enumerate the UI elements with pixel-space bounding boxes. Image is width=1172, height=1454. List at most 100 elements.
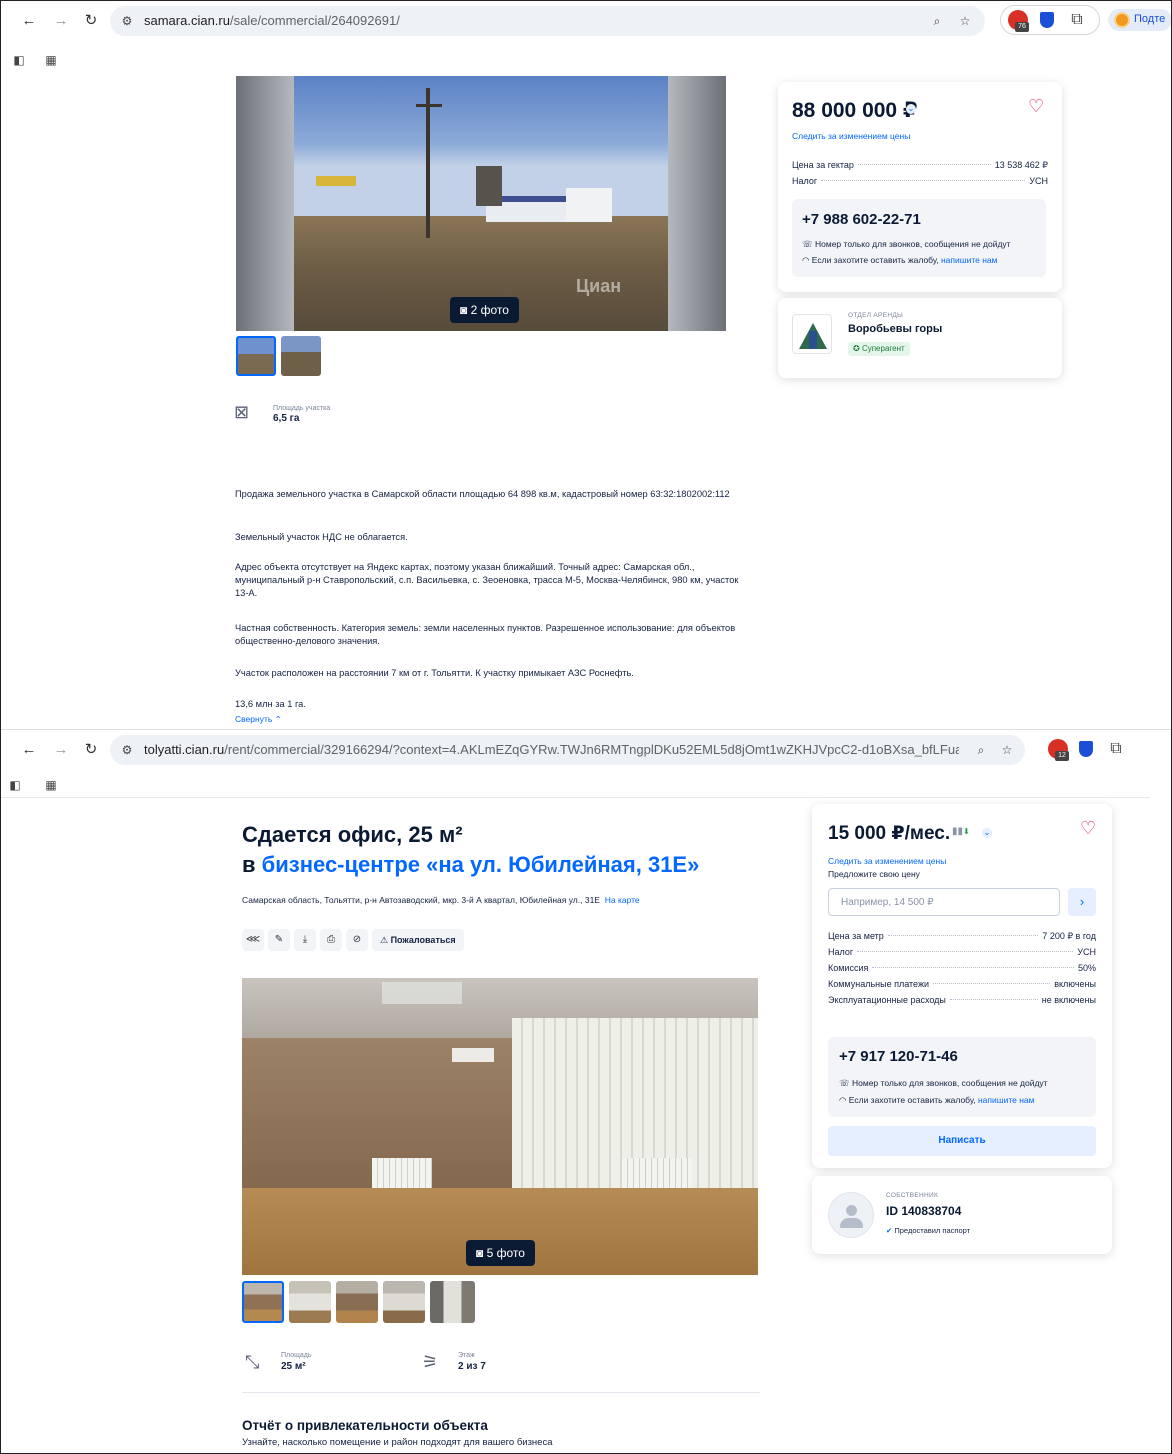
phone-number[interactable]: +7 988 602-22-71 — [802, 211, 921, 228]
forward-arrow-icon[interactable]: → — [50, 10, 72, 32]
description-p1: Продажа земельного участка в Самарской о… — [235, 489, 730, 499]
price-value: 15 000 ₽/мес. — [828, 823, 951, 844]
price-dropdown-icon[interactable]: ⌄ — [906, 104, 916, 114]
apps-grid-icon[interactable]: ▦ — [40, 774, 62, 796]
complaint-link[interactable]: напишите нам — [978, 1095, 1035, 1105]
camera-icon: ◙ — [460, 303, 471, 317]
page-title-line2: в бизнес-центре «на ул. Юбилейная, 31Е» — [242, 852, 700, 877]
price-row: Коммунальные платежи включены — [828, 979, 1096, 989]
agency-logo-tower — [809, 331, 817, 349]
download-icon[interactable]: ⤓ — [294, 929, 316, 951]
reload-icon[interactable]: ↻ — [80, 10, 102, 32]
avatar — [828, 1192, 874, 1238]
share-icon[interactable]: ⋘ — [242, 929, 264, 951]
favorite-heart-icon[interactable]: ♡ — [1028, 96, 1044, 117]
url-text: samara.cian.ru/sale/commercial/264092691… — [144, 13, 400, 28]
bookmark-star-icon[interactable]: ☆ — [998, 741, 1016, 759]
floor-value: 2 из 7 — [458, 1361, 486, 1372]
puzzle-extensions-icon[interactable]: ⧉ — [1105, 738, 1127, 760]
bookmark-star-icon[interactable]: ☆ — [956, 12, 974, 30]
map-link[interactable]: На карте — [605, 895, 640, 905]
favorite-heart-icon[interactable]: ♡ — [1080, 818, 1096, 839]
price-row: Эксплуатационные расходы не включены — [828, 995, 1096, 1005]
thumbnail-1[interactable] — [236, 336, 276, 376]
photo-count-badge[interactable]: ◙ 5 фото — [466, 1240, 535, 1266]
section-divider — [242, 1392, 760, 1393]
thumbnail-1[interactable] — [242, 1281, 284, 1323]
offer-label: Предложите свою цену — [828, 869, 920, 879]
site-info-icon[interactable]: ⚙ — [118, 12, 136, 30]
description-p2: Земельный участок НДС не облагается. — [235, 532, 408, 542]
plot-area-icon: ⊠ — [234, 402, 250, 422]
area-icon: ⤡ — [245, 1352, 260, 1372]
price-card: 88 000 000 ₽ ⌄ ♡ Следить за изменением ц… — [778, 82, 1062, 292]
superagent-badge: ✪ Суперагент — [848, 342, 910, 356]
zoom-icon[interactable]: ⌕ — [928, 12, 946, 30]
photo-sign — [316, 176, 356, 186]
follow-price-link[interactable]: Следить за изменением цены — [792, 131, 910, 141]
thumbnail-2[interactable] — [281, 336, 321, 376]
photo-watermark: Циан — [576, 276, 622, 296]
back-arrow-icon[interactable]: ← — [18, 739, 40, 761]
business-center-link[interactable]: бизнес-центре «на ул. Юбилейная, 31Е» — [262, 852, 700, 877]
avatar-head — [846, 1205, 857, 1216]
description-p6: 13,6 млн за 1 га. — [235, 699, 306, 709]
gallery-blur-left — [236, 76, 294, 331]
agency-name[interactable]: Воробьевы горы — [848, 323, 942, 335]
apps-grid-icon[interactable]: ▦ — [40, 49, 62, 71]
photo-pole — [426, 88, 430, 238]
stairs-icon: ⚞ — [422, 1352, 439, 1372]
report-title: Отчёт о привлекательности объекта — [242, 1418, 488, 1433]
complaint-note: ◠ Если захотите оставить жалобу, напишит… — [802, 255, 998, 265]
agency-logo — [792, 314, 832, 354]
follow-price-link[interactable]: Следить за изменением цены — [828, 856, 946, 866]
main-photo-gallery[interactable]: ◙ 5 фото — [242, 978, 758, 1275]
thumbnail-4[interactable] — [383, 1281, 425, 1323]
complain-button[interactable]: ⚠ Пожаловаться — [372, 929, 464, 951]
price-history-icon[interactable]: ▮▮⬇ — [952, 826, 970, 837]
offer-price-input[interactable]: Например, 14 500 ₽ — [828, 888, 1060, 916]
owner-card[interactable]: СОБСТВЕННИК ID 140838704 ✔ Предоставил п… — [812, 1176, 1112, 1254]
agency-type: ОТДЕЛ АРЕНДЫ — [848, 312, 904, 319]
price-dropdown-icon[interactable]: ⌄ — [982, 828, 992, 838]
main-photo-gallery[interactable]: Циан ◙ 2 фото — [236, 76, 726, 331]
collapse-link[interactable]: Свернуть ⌃ — [235, 713, 335, 726]
phone-note: ☏ Номер только для звонков, сообщения не… — [839, 1078, 1048, 1088]
address-bar[interactable]: ⚙ tolyatti.cian.ru/rent/commercial/32916… — [110, 735, 1025, 765]
hide-icon[interactable]: ⊘ — [346, 929, 368, 951]
camera-icon: ◙ — [476, 1246, 487, 1260]
edit-icon[interactable]: ✎ — [268, 929, 290, 951]
submit-offer-chevron-icon[interactable]: › — [1068, 888, 1096, 916]
photo-count-badge[interactable]: ◙ 2 фото — [450, 297, 519, 323]
photo-ac-unit — [452, 1048, 494, 1062]
browser-toolbar-2: ← → ↻ ⚙ tolyatti.cian.ru/rent/commercial… — [0, 729, 1172, 769]
price-row-tax: Налог УСН — [792, 176, 1048, 186]
zoom-icon[interactable]: ⌕ — [972, 741, 990, 759]
forward-arrow-icon[interactable]: → — [50, 739, 72, 761]
reload-icon[interactable]: ↻ — [80, 739, 102, 761]
gallery-blur-right — [668, 76, 726, 331]
photo-radiator-2 — [622, 1158, 692, 1188]
thumbnail-2[interactable] — [289, 1281, 331, 1323]
phone-number[interactable]: +7 917 120-71-46 — [839, 1048, 958, 1065]
sidebar-toggle-icon[interactable]: ◧ — [8, 49, 30, 71]
write-message-button[interactable]: Написать — [828, 1126, 1096, 1156]
price-row-per-hectare: Цена за гектар 13 538 462 ₽ — [792, 160, 1048, 170]
shield-extension-icon[interactable] — [1079, 741, 1093, 757]
shield-extension-icon[interactable] — [1040, 12, 1054, 28]
photo-building-2 — [566, 188, 612, 222]
profile-button[interactable]: Подте — [1108, 9, 1172, 31]
complaint-link[interactable]: напишите нам — [941, 255, 998, 265]
site-info-icon[interactable]: ⚙ — [118, 741, 136, 759]
agency-card[interactable]: ОТДЕЛ АРЕНДЫ Воробьевы горы ✪ Суперагент — [778, 298, 1062, 378]
floor-label: Этаж — [458, 1352, 475, 1359]
back-arrow-icon[interactable]: ← — [18, 10, 40, 32]
puzzle-extensions-icon[interactable]: ⧉ — [1066, 9, 1088, 31]
sidebar-toggle-icon[interactable]: ◧ — [4, 774, 26, 796]
area-value: 6,5 га — [273, 413, 300, 424]
bookmarks-row-2: ◧ ▦ — [0, 771, 1172, 799]
print-icon[interactable]: ⎙ — [320, 929, 342, 951]
thumbnail-5[interactable] — [430, 1281, 475, 1323]
thumbnail-3[interactable] — [336, 1281, 378, 1323]
address-bar[interactable]: ⚙ samara.cian.ru/sale/commercial/2640926… — [110, 6, 985, 36]
